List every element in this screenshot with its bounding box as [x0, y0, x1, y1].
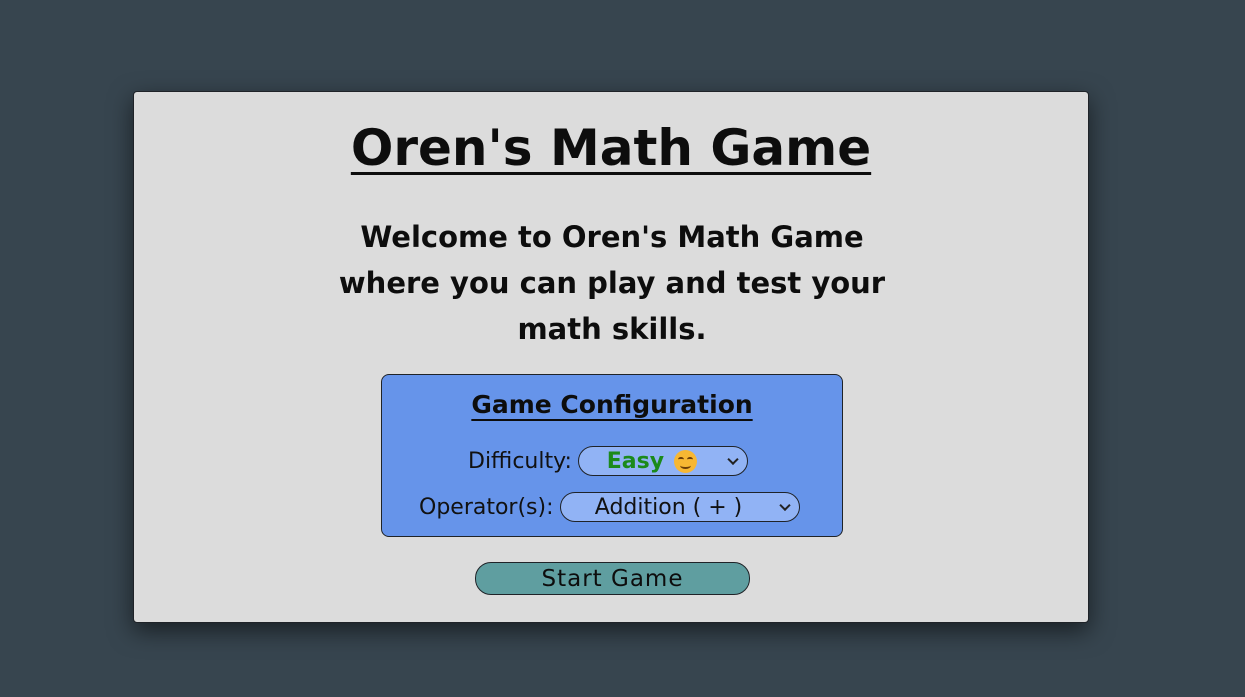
difficulty-label: Difficulty:	[468, 448, 572, 474]
chevron-down-icon	[778, 499, 791, 512]
operator-select[interactable]: Addition ( + )	[559, 492, 800, 522]
start-game-button[interactable]: Start Game	[475, 562, 750, 595]
welcome-message: Welcome to Oren's Math Game where you ca…	[338, 220, 886, 346]
operator-value: Addition ( + )	[594, 494, 743, 520]
game-configuration-panel: Game Configuration Difficulty: Easy Oper…	[381, 374, 843, 537]
difficulty-select[interactable]: Easy	[577, 446, 748, 476]
smiling-face-icon	[674, 449, 698, 473]
chevron-down-icon	[727, 453, 739, 466]
page-title: Oren's Math Game	[350, 119, 872, 177]
operator-row: Operator(s): Addition ( + )	[419, 491, 800, 523]
difficulty-value: Easy	[606, 448, 665, 474]
difficulty-row: Difficulty: Easy	[468, 445, 748, 477]
game-card: Oren's Math Game Welcome to Oren's Math …	[133, 91, 1089, 623]
config-title: Game Configuration	[471, 390, 753, 419]
operator-label: Operator(s):	[419, 494, 554, 520]
